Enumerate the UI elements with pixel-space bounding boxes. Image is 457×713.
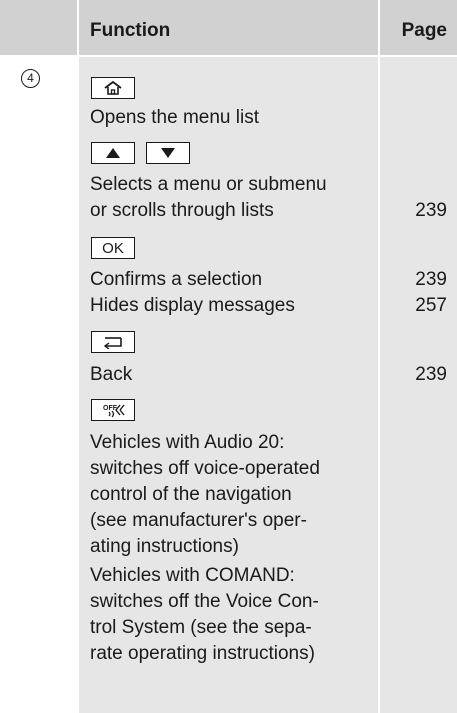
line-text: (see manufacturer's oper-: [90, 510, 307, 531]
header-function: Function: [90, 20, 171, 41]
line-text: switches off the Voice Con-: [90, 591, 319, 612]
line-back: Back: [90, 364, 133, 385]
page-ref: 239: [415, 269, 447, 290]
header-page: Page: [401, 20, 447, 41]
line-text: ating instructions): [90, 536, 239, 557]
home-key: [91, 77, 135, 99]
line-text: Vehicles with COMAND:: [90, 565, 295, 586]
row-number-badge: 4: [21, 69, 40, 88]
line-opens-menu: Opens the menu list: [90, 107, 259, 128]
line-confirms: Confirms a selection: [90, 269, 263, 290]
down-key: [146, 142, 190, 164]
back-arrow-icon: [103, 337, 122, 349]
number-column: [0, 57, 77, 713]
voice-off-key: OFF: [91, 399, 135, 421]
line-text: control of the navigation: [90, 484, 292, 505]
table-header: Function Page: [0, 0, 457, 55]
up-triangle-icon: [106, 148, 120, 158]
line-text: switches off voice-operated: [90, 458, 320, 479]
back-key: [91, 331, 135, 353]
line-text: rate operating instructions): [90, 643, 315, 664]
home-icon: [104, 80, 122, 95]
column-divider: [77, 0, 79, 713]
function-table: Function Page 4 Opens the menu list Sele…: [0, 0, 457, 713]
page-ref: 257: [415, 295, 447, 316]
page-ref: 239: [415, 200, 447, 221]
up-key: [91, 142, 135, 164]
line-selects-menu: Selects a menu or submenu: [90, 174, 327, 195]
page-ref: 239: [415, 364, 447, 385]
line-text: Vehicles with Audio 20:: [90, 432, 285, 453]
line-hides-messages: Hides display messages: [90, 295, 295, 316]
line-scrolls-lists: or scrolls through lists: [90, 200, 274, 221]
line-text: trol System (see the sepa-: [90, 617, 312, 638]
voice-off-icon: OFF: [103, 404, 125, 418]
ok-key: OK: [91, 237, 135, 259]
down-triangle-icon: [161, 148, 175, 158]
column-divider: [378, 0, 380, 713]
voice-off-label: OFF: [103, 405, 118, 412]
